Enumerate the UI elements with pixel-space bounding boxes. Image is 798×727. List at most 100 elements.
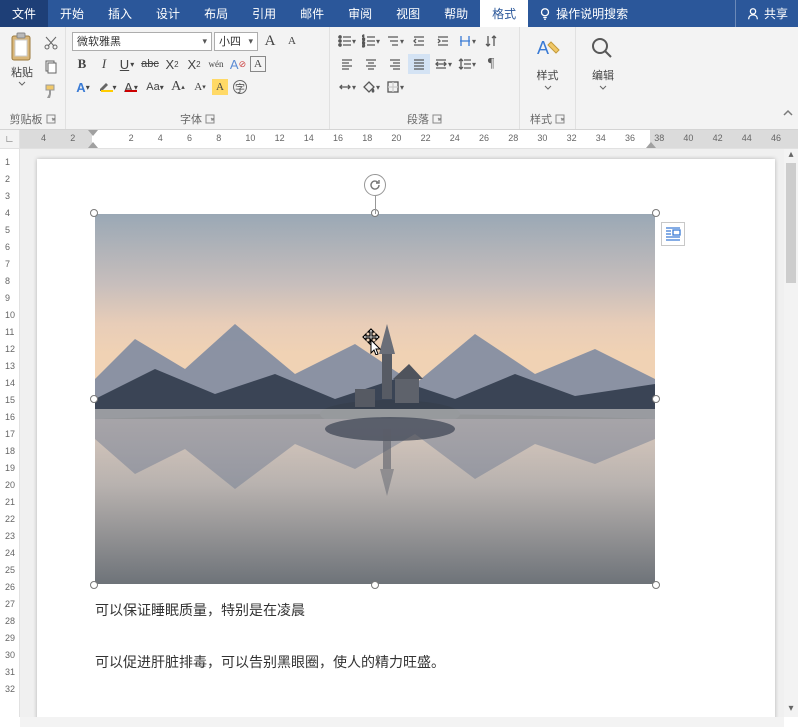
font-size-value: 小四 xyxy=(219,33,241,49)
clear-formatting-button[interactable]: A⊘ xyxy=(228,54,248,74)
editing-button[interactable]: 编辑 xyxy=(579,29,627,91)
body-paragraph-2[interactable]: 可以促进肝脏排毒，可以告别黑眼圈，使人的精力旺盛。 xyxy=(95,651,445,673)
strikethrough-button[interactable]: abc xyxy=(140,54,160,74)
body-paragraph-1[interactable]: 可以保证睡眠质量，特别是在凌晨 xyxy=(95,599,305,621)
grow-font-button[interactable]: A xyxy=(260,31,280,51)
tab-file[interactable]: 文件 xyxy=(0,0,48,27)
shading-button[interactable]: ▾ xyxy=(360,77,382,97)
text-effects-button[interactable]: A▾ xyxy=(72,77,94,97)
selected-image[interactable] xyxy=(95,214,655,584)
borders-button[interactable]: ▾ xyxy=(384,77,406,97)
tab-view[interactable]: 视图 xyxy=(384,0,432,27)
numbering-button[interactable]: 123▾ xyxy=(360,31,382,51)
change-case-button[interactable]: Aa▾ xyxy=(144,77,166,97)
phonetic-guide-button[interactable]: wén xyxy=(206,54,226,74)
paste-label: 粘贴 xyxy=(11,64,33,80)
collapse-ribbon-button[interactable] xyxy=(782,105,794,123)
copy-button[interactable] xyxy=(41,57,61,77)
group-font: 微软雅黑▾ 小四▾ A A B I U▾ abc X2 X2 wén A⊘ A … xyxy=(66,27,330,129)
show-hide-marks-button[interactable]: ¶ xyxy=(480,54,502,74)
styles-label: 样式 xyxy=(537,67,559,83)
share-icon xyxy=(746,7,760,21)
font-color-button[interactable]: A▾ xyxy=(120,77,142,97)
align-right-button[interactable] xyxy=(384,54,406,74)
horizontal-scrollbar[interactable] xyxy=(20,717,784,727)
align-left-button[interactable] xyxy=(336,54,358,74)
rotate-handle[interactable] xyxy=(364,174,386,196)
styles-icon: A xyxy=(532,33,564,65)
dialog-launcher-paragraph[interactable] xyxy=(432,114,442,124)
char-scale-button[interactable]: ▾ xyxy=(336,77,358,97)
align-center-button[interactable] xyxy=(360,54,382,74)
tab-mailings[interactable]: 邮件 xyxy=(288,0,336,27)
tell-me-search[interactable]: 操作说明搜索 xyxy=(528,0,638,27)
chevron-down-icon xyxy=(599,85,607,91)
layout-options-icon xyxy=(664,225,682,243)
font-size-selector[interactable]: 小四▾ xyxy=(214,32,258,51)
tab-help[interactable]: 帮助 xyxy=(432,0,480,27)
layout-options-button[interactable] xyxy=(661,222,685,246)
italic-button[interactable]: I xyxy=(94,54,114,74)
sort-button[interactable] xyxy=(480,31,502,51)
decrease-indent-button[interactable] xyxy=(408,31,430,51)
line-spacing-button[interactable]: ▾ xyxy=(456,54,478,74)
ruler-area: ∟ 42246810121416182022242628303234363840… xyxy=(0,130,798,149)
scroll-thumb[interactable] xyxy=(786,163,796,283)
chevron-down-icon xyxy=(544,85,552,91)
format-painter-button[interactable] xyxy=(41,81,61,101)
document-area: 可以保证睡眠质量，特别是在凌晨 可以促进肝脏排毒，可以告别黑眼圈，使人的精力旺盛… xyxy=(20,149,784,717)
highlight-button[interactable]: ▾ xyxy=(96,77,118,97)
char-shading-button[interactable]: A xyxy=(212,79,228,95)
tab-selector[interactable]: ∟ xyxy=(0,130,20,148)
find-icon xyxy=(587,33,619,65)
shrink-font-button[interactable]: A xyxy=(282,31,302,51)
share-label: 共享 xyxy=(764,5,788,22)
rotate-icon xyxy=(368,178,382,192)
superscript-button[interactable]: X2 xyxy=(184,54,204,74)
paste-button[interactable]: 粘贴 xyxy=(6,31,38,87)
distribute-button[interactable]: ▾ xyxy=(432,54,454,74)
underline-button[interactable]: U▾ xyxy=(116,54,138,74)
subscript-button[interactable]: X2 xyxy=(162,54,182,74)
group-paragraph: ▾ 123▾ ▾ ▾ ▾ ▾ ¶ ▾ ▾ ▾ xyxy=(330,27,520,129)
lightbulb-icon xyxy=(538,7,552,21)
scroll-down-button[interactable]: ▾ xyxy=(788,703,793,717)
tab-layout[interactable]: 布局 xyxy=(192,0,240,27)
document-page[interactable]: 可以保证睡眠质量，特别是在凌晨 可以促进肝脏排毒，可以告别黑眼圈，使人的精力旺盛… xyxy=(37,159,775,717)
char-border-button[interactable]: A xyxy=(250,56,266,72)
dialog-launcher-styles[interactable] xyxy=(555,114,565,124)
tab-format[interactable]: 格式 xyxy=(480,0,528,27)
tab-design[interactable]: 设计 xyxy=(144,0,192,27)
multilevel-list-button[interactable]: ▾ xyxy=(384,31,406,51)
shrink-font-2-button[interactable]: A▾ xyxy=(190,77,210,97)
horizontal-ruler[interactable]: 4224681012141618202224262830323436384042… xyxy=(20,130,798,148)
group-styles: A 样式 样式 xyxy=(520,27,576,129)
tab-references[interactable]: 引用 xyxy=(240,0,288,27)
enclose-chars-button[interactable]: 字 xyxy=(230,77,250,97)
tab-home[interactable]: 开始 xyxy=(48,0,96,27)
group-editing: 编辑 xyxy=(576,27,630,129)
ribbon: 粘贴 剪贴板 微软雅黑▾ 小四▾ A A B I U▾ abc xyxy=(0,27,798,130)
increase-indent-button[interactable] xyxy=(432,31,454,51)
font-name-selector[interactable]: 微软雅黑▾ xyxy=(72,32,212,51)
asian-layout-button[interactable]: ▾ xyxy=(456,31,478,51)
justify-button[interactable] xyxy=(408,54,430,74)
paint-bucket-icon xyxy=(362,80,376,94)
tab-bar: 文件 开始 插入 设计 布局 引用 邮件 审阅 视图 帮助 格式 操作说明搜索 … xyxy=(0,0,798,27)
share-button[interactable]: 共享 xyxy=(735,0,798,27)
dialog-launcher-clipboard[interactable] xyxy=(46,114,56,124)
group-clipboard: 粘贴 剪贴板 xyxy=(0,27,66,129)
styles-group-label: 样式 xyxy=(530,111,552,127)
scroll-up-button[interactable]: ▴ xyxy=(788,149,793,163)
bold-button[interactable]: B xyxy=(72,54,92,74)
styles-button[interactable]: A 样式 xyxy=(524,29,572,91)
grow-font-2-button[interactable]: A▴ xyxy=(168,77,188,97)
dialog-launcher-font[interactable] xyxy=(205,114,215,124)
vertical-scrollbar[interactable]: ▴ ▾ xyxy=(784,149,798,717)
tab-insert[interactable]: 插入 xyxy=(96,0,144,27)
chevron-up-icon xyxy=(782,108,794,118)
bullets-button[interactable]: ▾ xyxy=(336,31,358,51)
vertical-ruler[interactable]: 1234567891011121314151617181920212223242… xyxy=(0,149,20,717)
tab-review[interactable]: 审阅 xyxy=(336,0,384,27)
cut-button[interactable] xyxy=(41,33,61,53)
